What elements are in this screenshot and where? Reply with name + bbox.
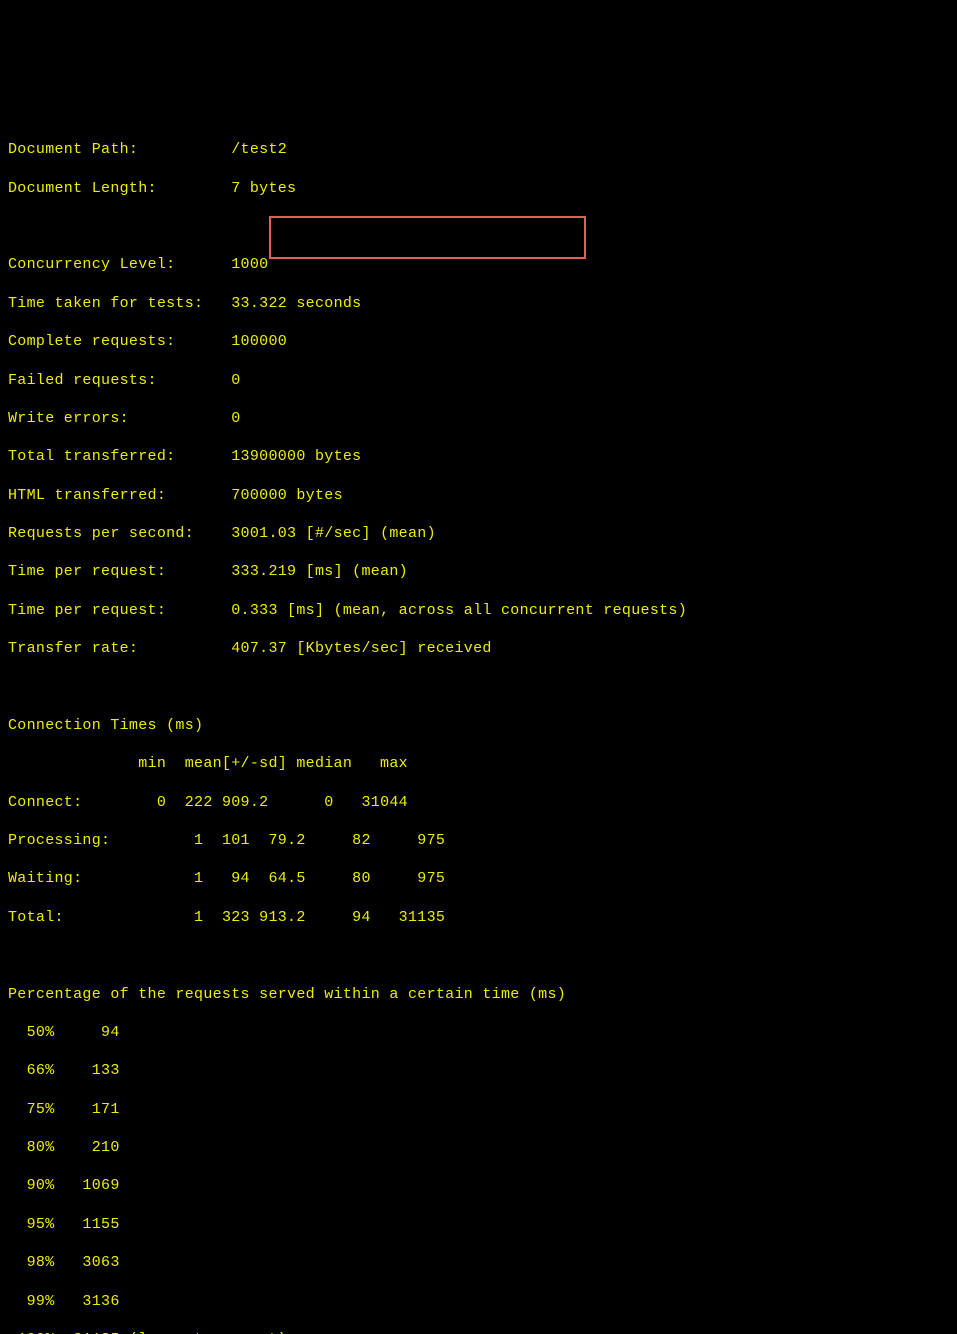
label-rps: Requests per second: xyxy=(8,525,194,542)
row-total: 1 323 913.2 94 31135 xyxy=(120,909,446,926)
value-rps: 3001.03 [#/sec] (mean) xyxy=(231,525,436,542)
conn-times-header: Connection Times (ms) xyxy=(8,717,203,734)
value-write-err: 0 xyxy=(231,410,240,427)
label-complete: Complete requests: xyxy=(8,333,175,350)
conn-col-header: min mean[+/-sd] median max xyxy=(8,755,408,772)
pct-row: 99% 3136 xyxy=(8,1293,120,1310)
terminal-output: Document Path: /test2 Document Length: 7… xyxy=(8,121,949,1334)
label-processing: Processing: xyxy=(8,832,110,849)
row-processing: 1 101 79.2 82 975 xyxy=(120,832,446,849)
value-tpr1: 333.219 [ms] (mean) xyxy=(231,563,408,580)
pct-row: 80% 210 xyxy=(8,1139,120,1156)
label-html-xfer: HTML transferred: xyxy=(8,487,166,504)
label-waiting: Waiting: xyxy=(8,870,82,887)
pct-row: 95% 1155 xyxy=(8,1216,120,1233)
longest-request: (longest request) xyxy=(129,1331,287,1334)
value-html-xfer: 700000 bytes xyxy=(231,487,343,504)
value-time-tests: 33.322 seconds xyxy=(231,295,361,312)
value-tpr2: 0.333 [ms] (mean, across all concurrent … xyxy=(231,602,687,619)
label-tpr2: Time per request: xyxy=(8,602,166,619)
label-xfer-rate: Transfer rate: xyxy=(8,640,138,657)
value-failed: 0 xyxy=(231,372,240,389)
label-doc-path: Document Path: xyxy=(8,141,138,158)
value-total-xfer: 13900000 bytes xyxy=(231,448,361,465)
label-time-tests: Time taken for tests: xyxy=(8,295,203,312)
label-connect: Connect: xyxy=(8,794,82,811)
label-tpr1: Time per request: xyxy=(8,563,166,580)
label-failed: Failed requests: xyxy=(8,372,157,389)
pct-row: 90% 1069 xyxy=(8,1177,120,1194)
value-doc-path: /test2 xyxy=(231,141,287,158)
value-complete: 100000 xyxy=(231,333,287,350)
label-doc-len: Document Length: xyxy=(8,180,157,197)
pct-row: 100% 31135 xyxy=(8,1331,129,1334)
row-connect: 0 222 909.2 0 31044 xyxy=(82,794,408,811)
row-waiting: 1 94 64.5 80 975 xyxy=(120,870,446,887)
pct-row: 50% 94 xyxy=(8,1024,120,1041)
value-conc: 1000 xyxy=(231,256,268,273)
value-xfer-rate: 407.37 [Kbytes/sec] received xyxy=(231,640,491,657)
label-total: Total: xyxy=(8,909,64,926)
value-doc-len: 7 bytes xyxy=(231,180,296,197)
label-total-xfer: Total transferred: xyxy=(8,448,175,465)
pct-row: 66% 133 xyxy=(8,1062,120,1079)
label-conc: Concurrency Level: xyxy=(8,256,175,273)
pct-row: 75% 171 xyxy=(8,1101,120,1118)
label-write-err: Write errors: xyxy=(8,410,129,427)
pct-header: Percentage of the requests served within… xyxy=(8,986,566,1003)
pct-row: 98% 3063 xyxy=(8,1254,120,1271)
